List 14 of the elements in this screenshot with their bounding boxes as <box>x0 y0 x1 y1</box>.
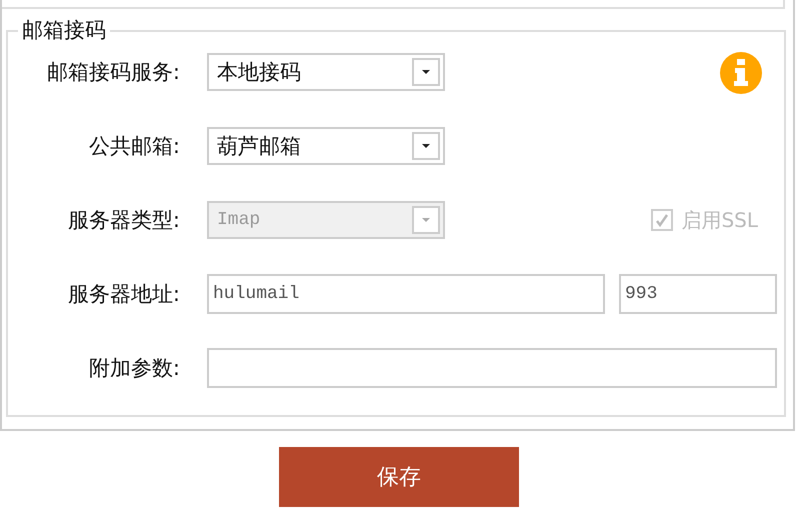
save-button[interactable]: 保存 <box>279 447 519 507</box>
info-icon[interactable] <box>720 52 762 94</box>
field-label: 邮箱接码服务: <box>46 59 180 86</box>
field-label: 服务器类型: <box>66 207 180 234</box>
checkmark-icon <box>654 212 670 228</box>
port-field[interactable]: 993 <box>619 274 777 314</box>
input-field[interactable] <box>207 348 777 388</box>
checkbox-label: 启用SSL <box>681 206 758 234</box>
dropdown[interactable]: 葫芦邮箱 <box>207 127 445 165</box>
field-label: 服务器地址: <box>66 281 180 308</box>
address-field[interactable]: hulumail <box>207 274 605 314</box>
dropdown[interactable]: 本地接码 <box>207 53 445 91</box>
field-label: 公共邮箱: <box>88 133 180 160</box>
field-label: 附加参数: <box>88 355 180 382</box>
